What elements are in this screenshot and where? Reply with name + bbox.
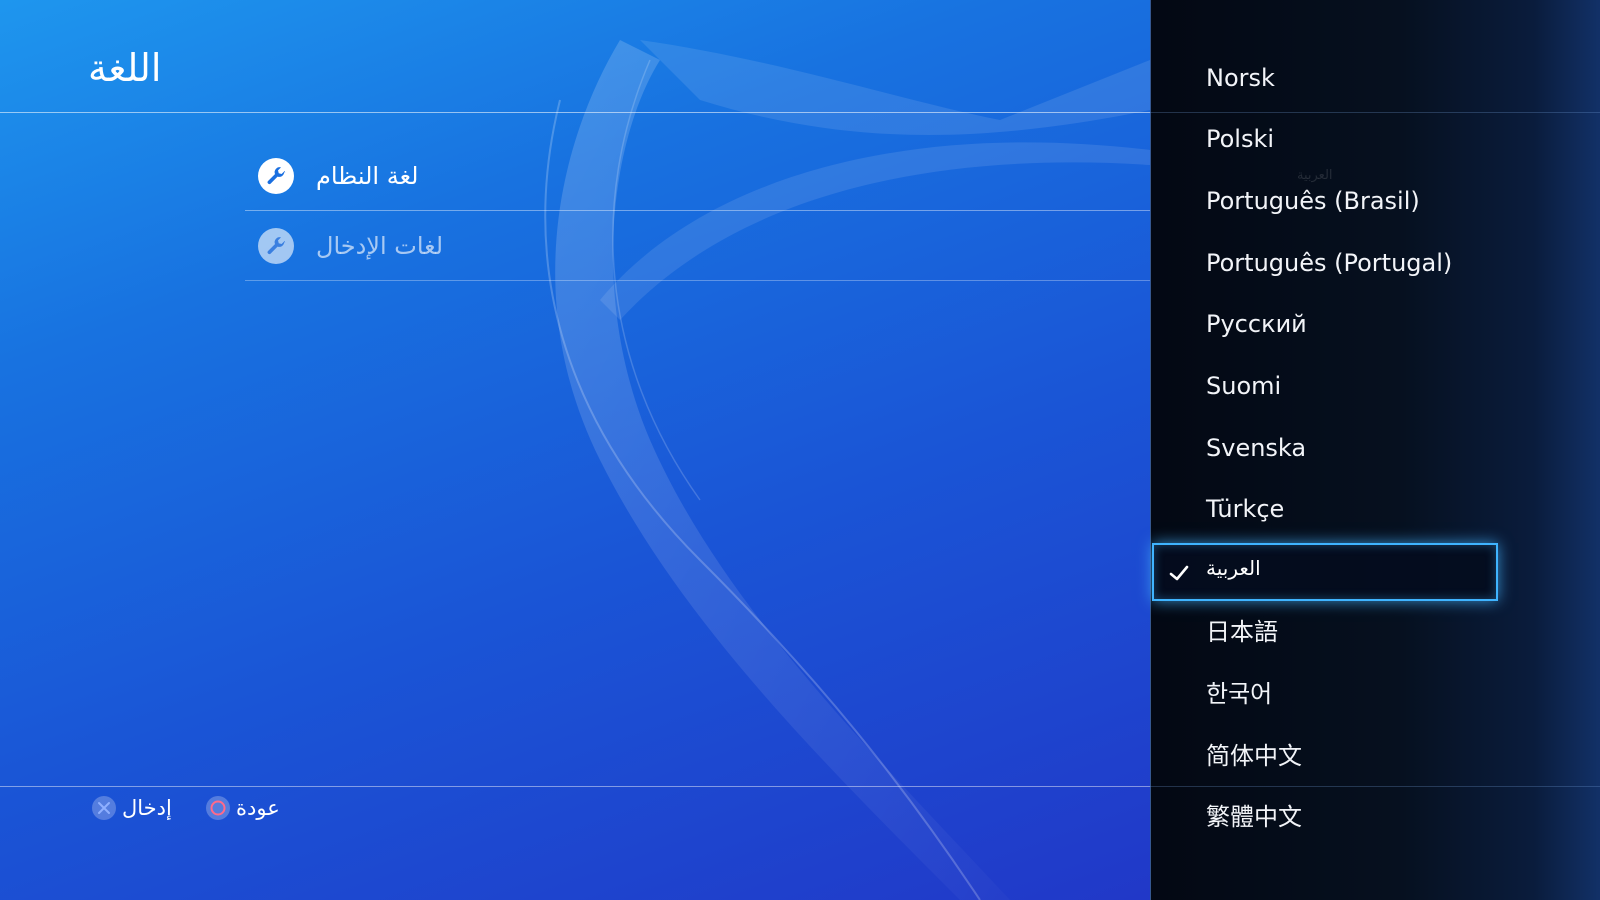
wrench-icon [258,158,294,194]
enter-label: إدخال [122,796,172,820]
selected-language-label: العربية [1206,556,1261,580]
wrench-icon [258,228,294,264]
header-divider [0,112,1150,113]
circle-button-icon [206,796,230,820]
menu-divider [245,210,1150,211]
back-label: عودة [236,796,280,820]
footer-divider [0,786,1150,787]
language-option-turkce[interactable]: Türkçe [1206,494,1284,524]
panel-divider [1150,112,1600,113]
language-option-svenska[interactable]: Svenska [1206,433,1306,463]
panel-divider [1150,786,1600,787]
language-option-japanese[interactable]: 日本語 [1206,617,1278,647]
background [0,0,1150,900]
cross-button-icon [92,796,116,820]
enter-hint[interactable]: إدخال [92,796,172,820]
menu-item-system-language[interactable]: لغة النظام [258,156,418,196]
language-option-portugues-brasil[interactable]: Português (Brasil) [1206,186,1420,216]
menu-item-label: لغة النظام [316,162,419,190]
ghost-label: العربية [1297,168,1333,183]
menu-divider [245,280,1150,281]
checkmark-icon [1169,565,1189,581]
language-option-suomi[interactable]: Suomi [1206,371,1281,401]
back-hint[interactable]: عودة [206,796,280,820]
language-option-arabic[interactable] [1152,543,1498,601]
wave-decoration [544,40,1150,900]
language-option-chinese-simplified[interactable]: 简体中文 [1206,741,1302,771]
language-option-norsk[interactable]: Norsk [1206,63,1275,93]
language-option-polski[interactable]: Polski [1206,124,1274,154]
language-option-portugues-portugal[interactable]: Português (Portugal) [1206,248,1452,278]
menu-item-label: لغات الإدخال [316,232,444,260]
page-title: اللغة [88,46,162,90]
menu-item-input-languages[interactable]: لغات الإدخال [258,226,443,266]
language-option-chinese-traditional[interactable]: 繁體中文 [1206,802,1302,832]
language-option-korean[interactable]: 한국어 [1206,679,1272,709]
language-option-russian[interactable]: Русский [1206,309,1307,339]
